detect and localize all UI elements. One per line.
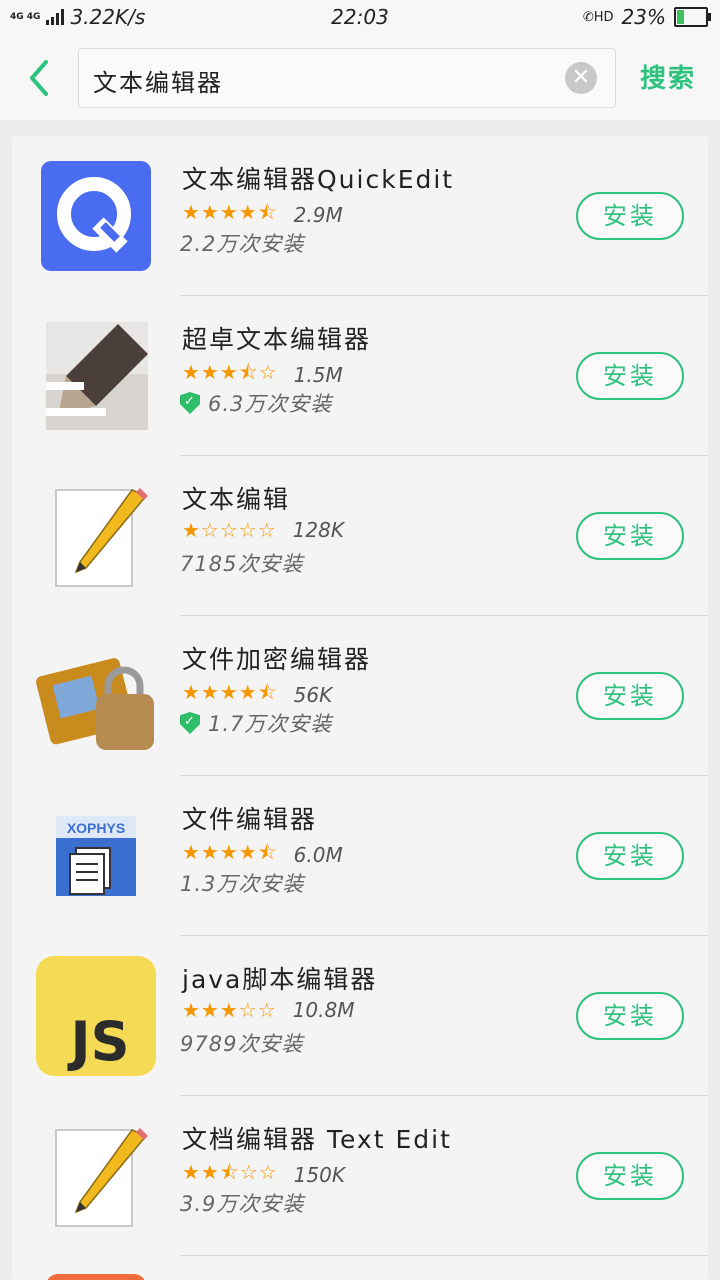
js-label: JS <box>67 1010 130 1073</box>
app-size: 56K <box>293 683 333 707</box>
hd-label: HD <box>593 9 614 25</box>
install-count-text: 3.9万次安装 <box>180 1192 305 1216</box>
rating-stars: ★★★☆☆ <box>182 998 277 1022</box>
phone-hd-icon: ✆HD <box>582 9 614 25</box>
app-meta: ★★★★⯪ 56K <box>182 678 332 712</box>
clear-icon[interactable]: ✕ <box>565 62 597 94</box>
app-name: 文件编辑器 <box>182 805 318 834</box>
app-size: 150K <box>293 1163 345 1187</box>
xophys-icon: XOPHYS <box>36 796 156 916</box>
rating-stars: ★★★⯪☆ <box>182 360 278 384</box>
folder-lock-icon <box>36 636 156 756</box>
list-item[interactable]: JS java脚本编辑器 ★★★☆☆ 10.8M 9789次安装 安装 <box>12 936 708 1096</box>
install-button[interactable]: 安装 <box>576 672 684 720</box>
xophys-label: XOPHYS <box>67 820 125 836</box>
search-query[interactable]: 文本编辑器 <box>93 63 223 98</box>
list-item[interactable]: 文本编辑 ★☆☆☆☆ 128K 7185次安装 安装 <box>12 456 708 616</box>
list-item[interactable]: 文本编辑器QuickEdit ★★★★⯪ 2.9M 2.2万次安装 安装 <box>12 136 708 296</box>
install-count-text: 9789次安装 <box>180 1032 304 1056</box>
app-name: java脚本编辑器 <box>182 965 378 994</box>
battery-percent: 23% <box>621 5 666 29</box>
search-header: 文本编辑器 ✕ 搜索 <box>0 36 720 120</box>
battery-icon <box>674 7 711 27</box>
app-name: 文本编辑 <box>182 485 291 514</box>
verified-shield-icon: ✓ <box>180 392 200 414</box>
install-count: 7185次安装 <box>180 548 303 578</box>
app-name: 文本编辑器QuickEdit <box>182 165 455 194</box>
app-meta: ★★★★⯪ 2.9M <box>182 198 343 232</box>
app-name: 文档编辑器 Text Edit <box>182 1125 452 1154</box>
install-count-text: 7185次安装 <box>180 552 304 576</box>
battery-fill <box>677 10 684 24</box>
app-name: 超卓文本编辑器 <box>182 325 372 354</box>
verified-shield-icon: ✓ <box>180 712 200 734</box>
status-right: ✆HD 23% <box>582 5 711 29</box>
list-item[interactable]: 文档编辑器 Text Edit ★★⯪☆☆ 150K 3.9万次安装 安装 <box>12 1096 708 1256</box>
list-item[interactable]: 文件加密编辑器 ★★★★⯪ 56K ✓ 1.7万次安装 安装 <box>12 616 708 776</box>
rating-stars: ★☆☆☆☆ <box>182 518 277 542</box>
document-pencil-icon <box>36 476 156 596</box>
install-button[interactable]: 安装 <box>576 1152 684 1200</box>
install-count: 9789次安装 <box>180 1028 303 1058</box>
quickedit-icon <box>36 156 156 276</box>
install-button[interactable]: 安装 <box>576 192 684 240</box>
app-name: 文件加密编辑器 <box>182 645 372 674</box>
install-count: ✓ 1.7万次安装 <box>180 708 332 738</box>
app-meta: ★★★★⯪ 6.0M <box>182 838 343 872</box>
status-bar: 4G 4G 3.22K/s 22:03 ✆HD 23% <box>0 0 720 36</box>
install-count: ✓ 6.3万次安装 <box>180 388 332 418</box>
install-button[interactable]: 安装 <box>576 992 684 1040</box>
app-meta: ★★★⯪☆ 1.5M <box>182 358 343 392</box>
rating-stars: ★★★★⯪ <box>182 840 278 864</box>
list-item[interactable]: XOPHYS 文件编辑器 ★★★★⯪ 6.0M 1.3万次安装 安装 <box>12 776 708 936</box>
install-count-text: 1.7万次安装 <box>208 712 333 736</box>
app-size: 1.5M <box>293 363 343 387</box>
divider <box>180 1255 708 1256</box>
rating-stars: ★★★★⯪ <box>182 680 278 704</box>
install-button[interactable]: 安装 <box>576 352 684 400</box>
search-button[interactable]: 搜索 <box>640 58 696 95</box>
next-app-icon-partial <box>46 1274 146 1280</box>
app-size: 128K <box>292 518 344 542</box>
back-arrow-icon[interactable] <box>22 56 62 100</box>
install-count-text: 6.3万次安装 <box>208 392 333 416</box>
search-input[interactable]: 文本编辑器 ✕ <box>78 48 616 108</box>
app-meta: ★☆☆☆☆ 128K <box>182 518 344 542</box>
app-size: 6.0M <box>293 843 343 867</box>
app-size: 10.8M <box>292 998 355 1022</box>
install-count: 2.2万次安装 <box>180 228 304 258</box>
app-meta: ★★⯪☆☆ 150K <box>182 1158 345 1192</box>
app-result-list: 文本编辑器QuickEdit ★★★★⯪ 2.9M 2.2万次安装 安装 超卓文… <box>12 136 708 1280</box>
install-button[interactable]: 安装 <box>576 832 684 880</box>
install-count: 1.3万次安装 <box>180 868 304 898</box>
rating-stars: ★★★★⯪ <box>182 200 278 224</box>
install-button[interactable]: 安装 <box>576 512 684 560</box>
rating-stars: ★★⯪☆☆ <box>182 1160 278 1184</box>
app-size: 2.9M <box>293 203 343 227</box>
super-text-editor-icon <box>36 316 156 436</box>
js-icon: JS <box>36 956 156 1076</box>
list-item[interactable]: 超卓文本编辑器 ★★★⯪☆ 1.5M ✓ 6.3万次安装 安装 <box>12 296 708 456</box>
install-count-text: 1.3万次安装 <box>180 872 305 896</box>
install-count: 3.9万次安装 <box>180 1188 304 1218</box>
document-pencil-icon <box>36 1116 156 1236</box>
app-meta: ★★★☆☆ 10.8M <box>182 998 354 1022</box>
install-count-text: 2.2万次安装 <box>180 232 305 256</box>
